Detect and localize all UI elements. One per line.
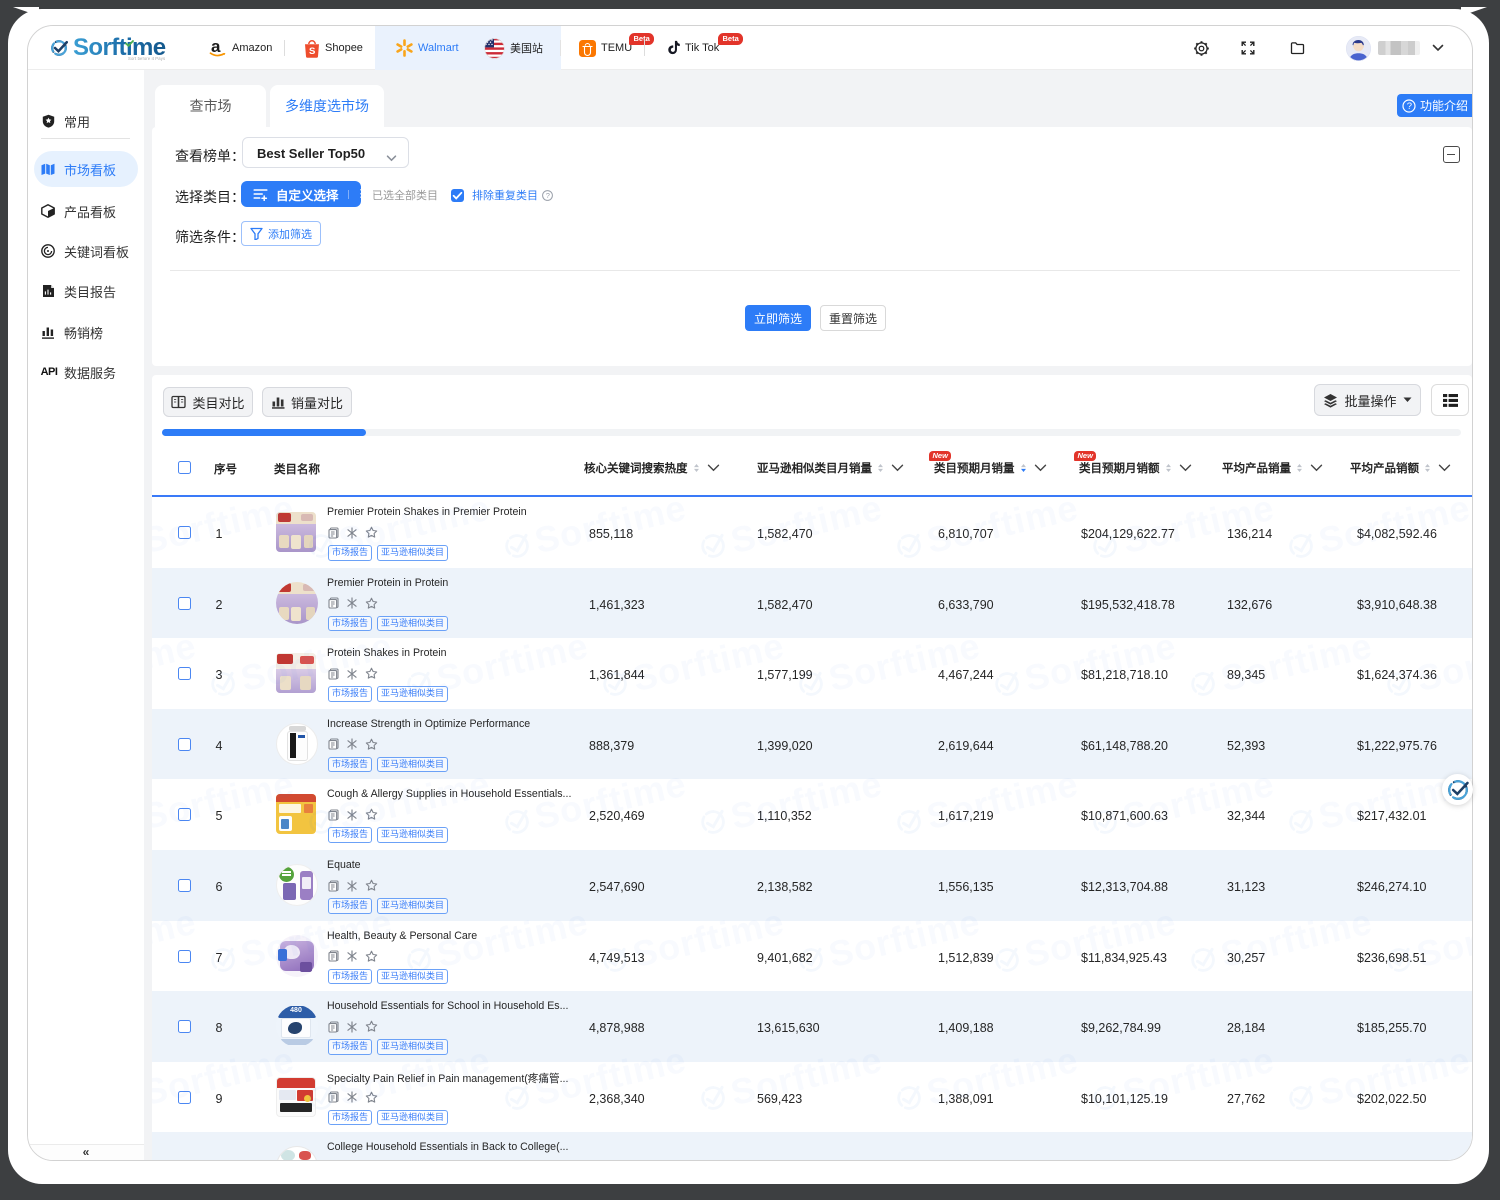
svg-text:?: ? <box>546 191 550 200</box>
svg-text:a: a <box>211 38 221 56</box>
svg-text:S: S <box>309 46 315 57</box>
svg-text:?: ? <box>1407 101 1412 112</box>
